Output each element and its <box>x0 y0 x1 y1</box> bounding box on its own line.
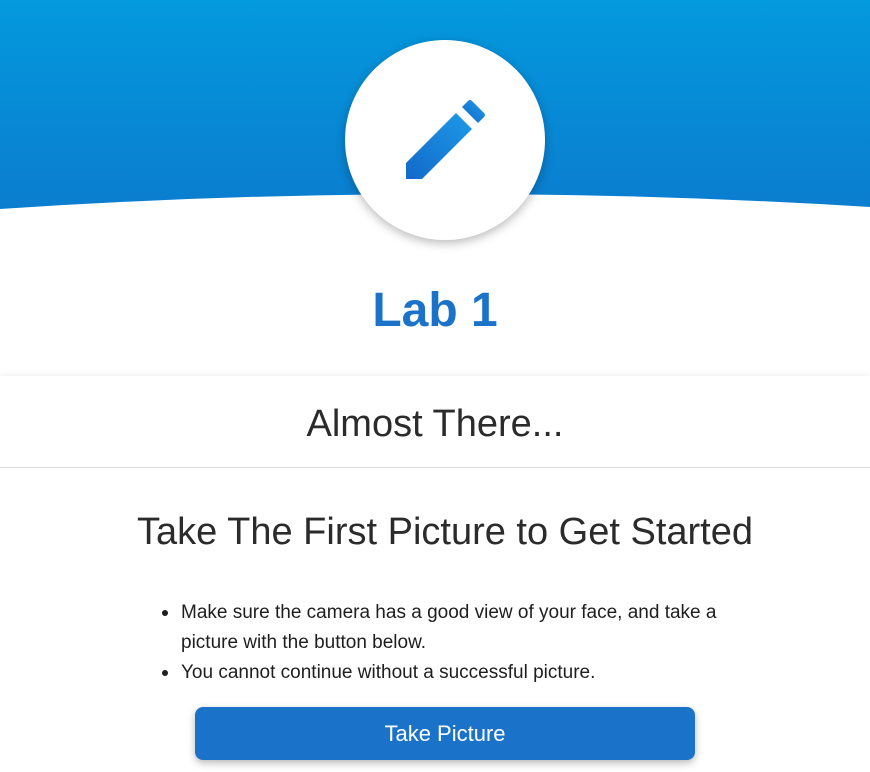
list-item: You cannot continue without a successful… <box>162 658 762 688</box>
take-picture-button[interactable]: Take Picture <box>195 707 695 760</box>
instruction-text: Make sure the camera has a good view of … <box>181 602 717 653</box>
page: Lab 1 Almost There... Take The First Pic… <box>0 0 870 772</box>
bullet-icon <box>162 610 168 616</box>
list-item: Make sure the camera has a good view of … <box>162 598 762 658</box>
instruction-text: You cannot continue without a successful… <box>181 662 596 683</box>
setup-card: Almost There... Take The First Picture t… <box>0 376 870 772</box>
pencil-icon <box>406 100 485 179</box>
instruction-list: Make sure the camera has a good view of … <box>162 598 762 688</box>
card-divider <box>0 467 870 468</box>
lab-title: Lab 1 <box>372 284 498 337</box>
card-title: Almost There... <box>306 403 564 445</box>
lab-icon-circle <box>345 40 545 240</box>
instruction-heading: Take The First Picture to Get Started <box>137 511 753 553</box>
bullet-icon <box>162 670 168 676</box>
